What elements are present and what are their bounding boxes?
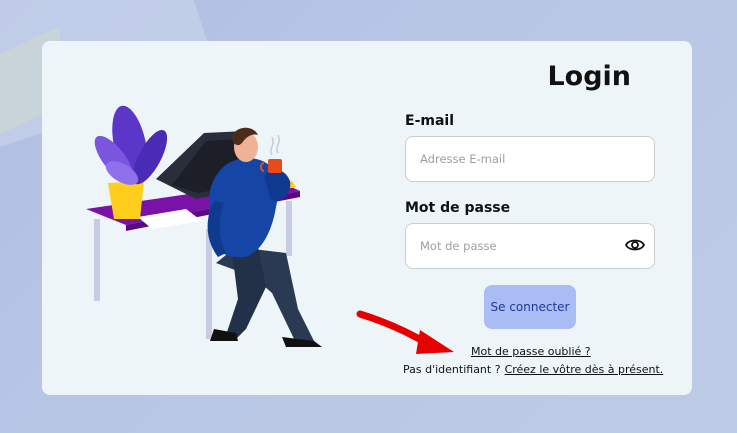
red-arrow-annotation (356, 310, 454, 354)
forgot-password-link[interactable]: Mot de passe oublié ? (471, 345, 591, 358)
email-label: E-mail (405, 113, 455, 129)
login-button[interactable]: Se connecter (484, 285, 576, 329)
page-title: Login (547, 61, 631, 92)
password-field[interactable] (405, 223, 655, 269)
eye-icon[interactable] (625, 237, 645, 253)
signup-row: Pas d'identifiant ? Créez le vôtre dès à … (403, 363, 663, 376)
signup-link[interactable]: Créez le vôtre dès à présent. (505, 363, 664, 376)
person-at-desk-illustration (86, 105, 322, 347)
password-label: Mot de passe (405, 200, 511, 216)
no-account-text: Pas d'identifiant ? (403, 363, 501, 376)
email-field[interactable] (405, 136, 655, 182)
